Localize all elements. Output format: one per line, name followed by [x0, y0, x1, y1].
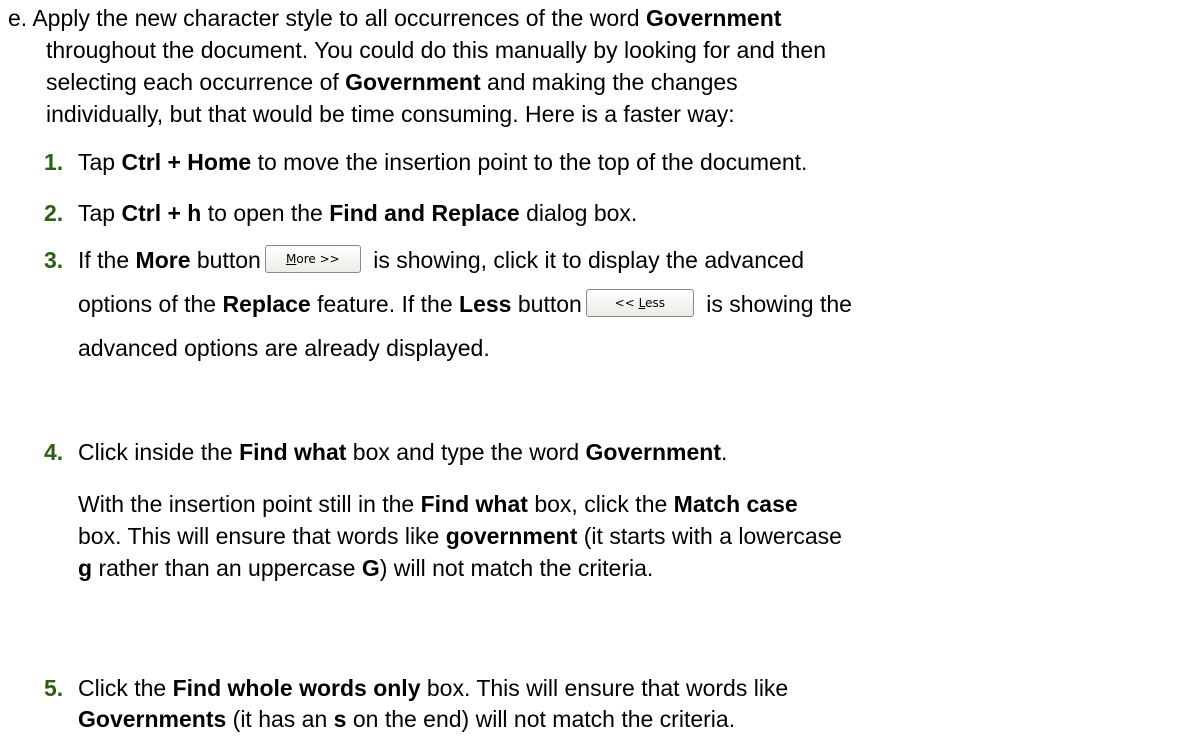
keyword: Government	[645, 5, 782, 31]
step-text: Tap	[78, 200, 122, 226]
access-key: M	[286, 251, 297, 266]
keyword: g	[78, 555, 93, 581]
keyword: More	[135, 247, 191, 273]
step-number: 1.	[44, 149, 64, 175]
step-text: box. This will ensure that words like	[78, 523, 446, 549]
step-text: If the	[78, 247, 136, 273]
step-5: 5. Click the Find whole words only box. …	[44, 672, 1168, 734]
keyword: Find whole words only	[172, 675, 421, 701]
step-text: feature. If the	[310, 291, 460, 317]
step-text: options of the	[78, 291, 223, 317]
keyword: Find and Replace	[329, 200, 520, 226]
step-text: box, click the	[527, 491, 674, 517]
intro-paragraph: e. Apply the new character style to all …	[8, 2, 1168, 130]
button-label: ore >>	[296, 251, 340, 266]
step-text: is showing, click it to display the adva…	[366, 247, 805, 273]
step-text: to open the	[201, 200, 330, 226]
document-page: e. Apply the new character style to all …	[0, 0, 1184, 751]
more-button[interactable]: More >>	[264, 244, 361, 273]
step-text: (it starts with a lowercase	[577, 523, 842, 549]
step-text: button	[511, 291, 582, 317]
keyword: G	[361, 555, 380, 581]
step-text: Click the	[78, 675, 173, 701]
keyword: Find what	[420, 491, 528, 517]
step-text: box and type the word	[346, 439, 586, 465]
step-text: to move the insertion point to the top o…	[251, 149, 808, 175]
step-3: 3. If the More button More >> is showing,…	[44, 238, 1168, 370]
keyword: Replace	[222, 291, 311, 317]
keyword: government	[445, 523, 578, 549]
keyword: Match case	[673, 491, 798, 517]
step-text: on the end) will not match the criteria.	[346, 706, 736, 732]
button-label: ess	[645, 295, 665, 310]
keyword: Government	[345, 69, 481, 95]
step-number: 5.	[44, 675, 64, 701]
intro-text: selecting each occurrence of	[46, 69, 346, 95]
step-text: Tap	[78, 149, 122, 175]
keyword: Ctrl + h	[121, 200, 202, 226]
step-number: 3.	[44, 247, 64, 273]
button-label: <<	[614, 295, 639, 310]
step-text: With the insertion point still in the	[78, 491, 421, 517]
step-1: 1. Tap Ctrl + Home to move the insertion…	[44, 146, 1168, 178]
step-text: button	[190, 247, 261, 273]
step-text: (it has an	[226, 706, 334, 732]
intro-text: individually, but that would be time con…	[46, 101, 735, 127]
step-text: dialog box.	[519, 200, 638, 226]
step-text: advanced options are already displayed.	[78, 335, 490, 361]
intro-text: throughout the document. You could do th…	[46, 37, 826, 63]
step-text: rather than an uppercase	[92, 555, 362, 581]
step-number: 2.	[44, 200, 64, 226]
step-number: 4.	[44, 439, 64, 465]
step-text: .	[721, 439, 728, 465]
list-label: e.	[8, 5, 28, 31]
step-4: 4. Click inside the Find what box and ty…	[44, 436, 1168, 584]
keyword: Less	[459, 291, 512, 317]
keyword: s	[333, 706, 347, 732]
keyword: Find what	[239, 439, 347, 465]
intro-text: Apply the new character style to all occ…	[32, 5, 646, 31]
step-text: ) will not match the criteria.	[379, 555, 654, 581]
intro-text: and making the changes	[480, 69, 738, 95]
keyword: Ctrl + Home	[121, 149, 252, 175]
step-text: Click inside the	[78, 439, 240, 465]
keyword: Government	[585, 439, 721, 465]
step-2: 2. Tap Ctrl + h to open the Find and Rep…	[44, 197, 1168, 229]
keyword: Governments	[78, 706, 227, 732]
less-button[interactable]: << Less	[585, 288, 694, 317]
step-text: is showing the	[699, 291, 852, 317]
step-text: box. This will ensure that words like	[420, 675, 789, 701]
